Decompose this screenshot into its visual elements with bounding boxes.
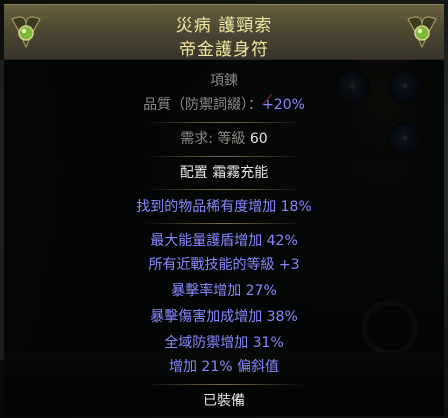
quality-line: 品質（防禦詞綴）：+20% <box>4 96 444 114</box>
item-tooltip: 災病 護頸索 帝金護身符 項鍊 品質（防禦詞綴）：+20% ⟋ 需求: 等級 6… <box>4 4 444 416</box>
game-screen: ✦ ✦ ✦ 災病 護頸索 帝金護身符 項鍊 <box>0 0 448 418</box>
item-base-type: 帝金護身符 <box>179 40 269 60</box>
enchant-mod: 配置 霜霧充能 <box>179 165 269 181</box>
requirement-label: 需求: 等級 <box>180 131 246 147</box>
explicit-mod: 暴擊傷害加成增加 38% <box>150 309 298 325</box>
separator <box>144 189 304 190</box>
equipped-label: 已裝備 <box>203 393 245 409</box>
implicit-mod: 找到的物品稀有度增加 18% <box>136 199 312 215</box>
tooltip-header: 災病 護頸索 帝金護身符 <box>4 4 444 60</box>
explicit-mod: 所有近戰技能的等級 +3 <box>148 257 300 273</box>
separator <box>144 384 304 385</box>
ornament-gem-icon <box>402 10 442 56</box>
separator <box>144 156 304 157</box>
requirement-line: 需求: 等級 60 <box>4 130 444 148</box>
item-name: 災病 護頸索 <box>175 16 273 36</box>
cursor-mark-icon: ⟋ <box>262 91 273 109</box>
explicit-mod: 最大能量護盾增加 42% <box>150 233 298 249</box>
quality-label: 品質（防禦詞綴）： <box>143 97 263 113</box>
item-class: 項鍊 <box>210 73 238 89</box>
explicit-mod: 暴擊率增加 27% <box>171 283 277 299</box>
separator <box>144 122 304 123</box>
explicit-mod: 全域防禦增加 31% <box>164 335 284 351</box>
explicit-mod: 增加 21% 偏斜值 <box>168 359 280 375</box>
separator <box>144 223 304 224</box>
requirement-value: 60 <box>249 131 268 147</box>
